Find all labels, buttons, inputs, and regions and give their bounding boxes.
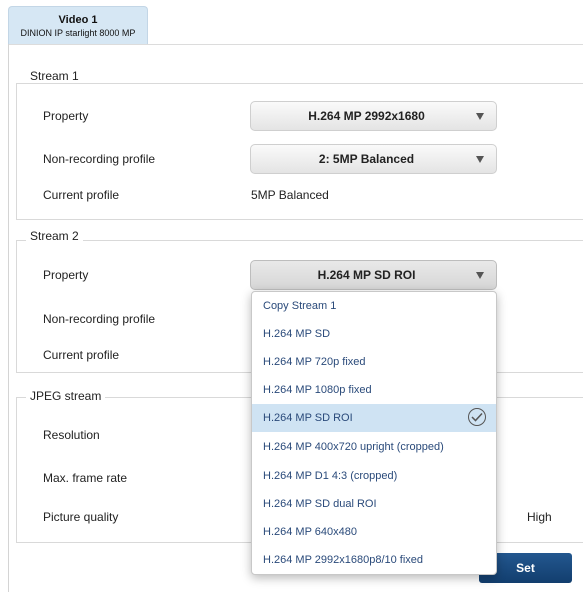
dropdown-option[interactable]: H.264 MP 720p fixed	[252, 348, 496, 376]
dropdown-option-label: H.264 MP SD ROI	[263, 412, 353, 424]
dropdown-option[interactable]: H.264 MP 640x480	[252, 518, 496, 546]
stream2-property-label: Property	[43, 268, 89, 282]
tab-video-1[interactable]: Video 1 DINION IP starlight 8000 MP	[8, 6, 148, 44]
stream2-property-dropdown: Copy Stream 1 H.264 MP SD H.264 MP 720p …	[251, 291, 497, 575]
dropdown-option[interactable]: H.264 MP SD	[252, 320, 496, 348]
dropdown-option[interactable]: H.264 MP 1080p fixed	[252, 376, 496, 404]
tab-title: Video 1	[58, 14, 98, 26]
chevron-down-icon	[476, 156, 484, 163]
jpeg-quality-value: High	[527, 510, 552, 524]
stream2-nonrec-label: Non-recording profile	[43, 312, 156, 326]
stream1-nonrec-label: Non-recording profile	[43, 152, 156, 166]
stream1-nonrec-select[interactable]: 2: 5MP Balanced	[250, 144, 497, 174]
stream1-property-select[interactable]: H.264 MP 2992x1680	[250, 101, 497, 131]
dropdown-option-selected[interactable]: H.264 MP SD ROI	[252, 404, 496, 432]
dropdown-option[interactable]: H.264 MP SD dual ROI	[252, 490, 496, 518]
stream2-title: Stream 2	[26, 229, 83, 243]
dropdown-option[interactable]: Copy Stream 1	[252, 292, 496, 320]
dropdown-option[interactable]: H.264 MP 2992x1680p8/10 fixed	[252, 546, 496, 574]
jpeg-quality-label: Picture quality	[43, 510, 119, 524]
stream1-current-label: Current profile	[43, 188, 120, 202]
chevron-down-icon	[476, 272, 484, 279]
stream2-property-value: H.264 MP SD ROI	[317, 268, 416, 282]
jpeg-title: JPEG stream	[26, 389, 106, 403]
jpeg-framerate-label: Max. frame rate	[43, 471, 128, 485]
stream1-property-label: Property	[43, 109, 89, 123]
dropdown-option[interactable]: H.264 MP 400x720 upright (cropped)	[252, 433, 496, 461]
check-circle-icon	[468, 408, 486, 426]
tab-subtitle: DINION IP starlight 8000 MP	[20, 28, 136, 38]
dropdown-option[interactable]: H.264 MP D1 4:3 (cropped)	[252, 462, 496, 490]
chevron-down-icon	[476, 113, 484, 120]
jpeg-resolution-label: Resolution	[43, 428, 100, 442]
stream1-property-value: H.264 MP 2992x1680	[308, 109, 425, 123]
stream1-title: Stream 1	[26, 69, 83, 83]
stream2-current-label: Current profile	[43, 348, 120, 362]
stream1-nonrec-value: 2: 5MP Balanced	[318, 152, 415, 166]
stream2-property-select[interactable]: H.264 MP SD ROI	[250, 260, 497, 290]
stream1-current-value: 5MP Balanced	[251, 188, 329, 202]
